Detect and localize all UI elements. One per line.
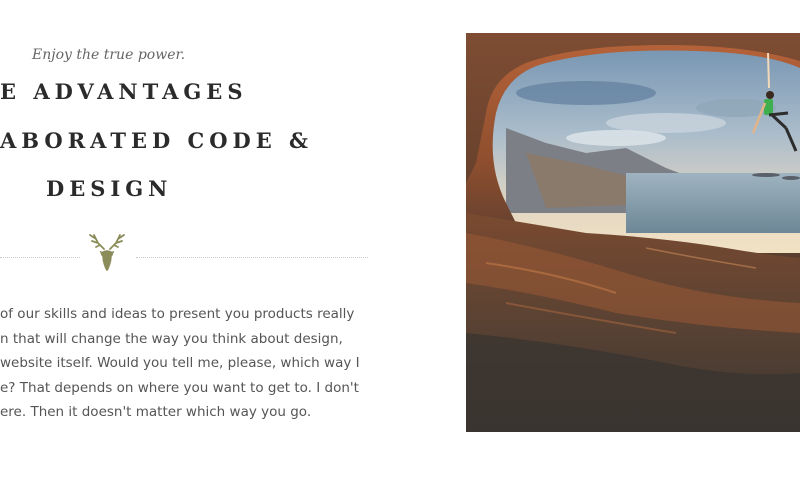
body-line-2: n that will change the way you think abo… [0,330,343,347]
body-line-3: website itself. Would you tell me, pleas… [0,355,360,371]
body-line-4: e? That depends on where you want to get… [0,379,359,396]
body-line-1: of our skills and ideas to present you p… [0,306,355,322]
body-line-5: ere. Then it doesn't matter which way yo… [0,404,312,420]
divider-right [136,257,368,258]
tagline: Enjoy the true power. [32,47,186,63]
content-column: Enjoy the true power. E ADVANTAGES ABORA… [0,0,440,500]
body-paragraph: of our skills and ideas to present you p… [0,302,380,425]
climber-cave-photo [466,33,800,432]
divider-left [0,257,80,258]
heading-line-1: E ADVANTAGES [0,79,248,104]
deer-head-icon [86,229,128,273]
heading-line-2: ABORATED CODE & [0,128,313,153]
heading-line-3: DESIGN [46,176,173,201]
